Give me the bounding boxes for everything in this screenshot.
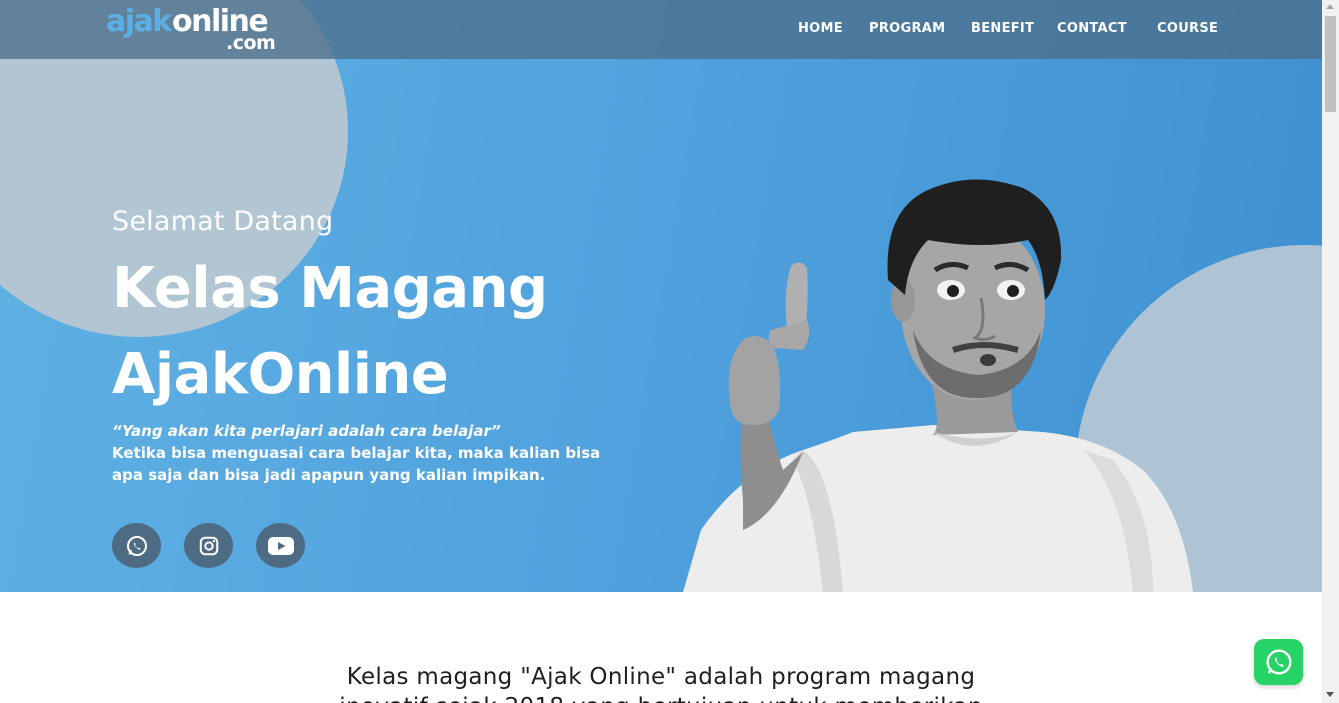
whatsapp-link[interactable]	[112, 523, 161, 568]
nav-benefit[interactable]: BENEFIT	[971, 21, 1034, 36]
youtube-link[interactable]	[256, 523, 305, 568]
top-navbar: ajak online .com HOME PROGRAM BENEFIT CO…	[0, 0, 1322, 59]
intro-line-1: Kelas magang "Ajak Online" adalah progra…	[346, 664, 976, 690]
instagram-icon	[199, 536, 218, 555]
scroll-down-arrow-icon[interactable]	[1326, 692, 1334, 697]
social-links	[112, 523, 312, 569]
intro-line-2: inovatif sejak 2018 yang bertujuan untuk…	[300, 692, 1022, 703]
page-scrollbar[interactable]	[1322, 0, 1339, 703]
main-nav: HOME PROGRAM BENEFIT CONTACT COURSE	[0, 21, 1322, 39]
hero-title-line2: AjakOnline	[112, 342, 449, 407]
hero-title-line1: Kelas Magang	[112, 256, 548, 321]
hero-person-image	[683, 179, 1193, 592]
nav-contact[interactable]: CONTACT	[1057, 21, 1127, 36]
nav-course[interactable]: COURSE	[1157, 21, 1218, 36]
hero-description: Ketika bisa menguasai cara belajar kita,…	[112, 444, 601, 484]
nav-program[interactable]: PROGRAM	[869, 21, 945, 36]
nav-home[interactable]: HOME	[798, 21, 843, 36]
intro-paragraph: Kelas magang "Ajak Online" adalah progra…	[300, 662, 1022, 703]
whatsapp-icon	[126, 535, 147, 556]
instagram-link[interactable]	[184, 523, 233, 568]
hero-welcome-text: Selamat Datang	[112, 206, 334, 237]
floating-whatsapp-button[interactable]	[1254, 639, 1303, 685]
hero-quote: “Yang akan kita perlajari adalah cara be…	[112, 422, 501, 440]
whatsapp-icon	[1265, 649, 1292, 675]
youtube-icon	[267, 536, 294, 555]
scrollbar-thumb[interactable]	[1325, 16, 1336, 112]
scroll-up-arrow-icon[interactable]	[1326, 4, 1334, 9]
